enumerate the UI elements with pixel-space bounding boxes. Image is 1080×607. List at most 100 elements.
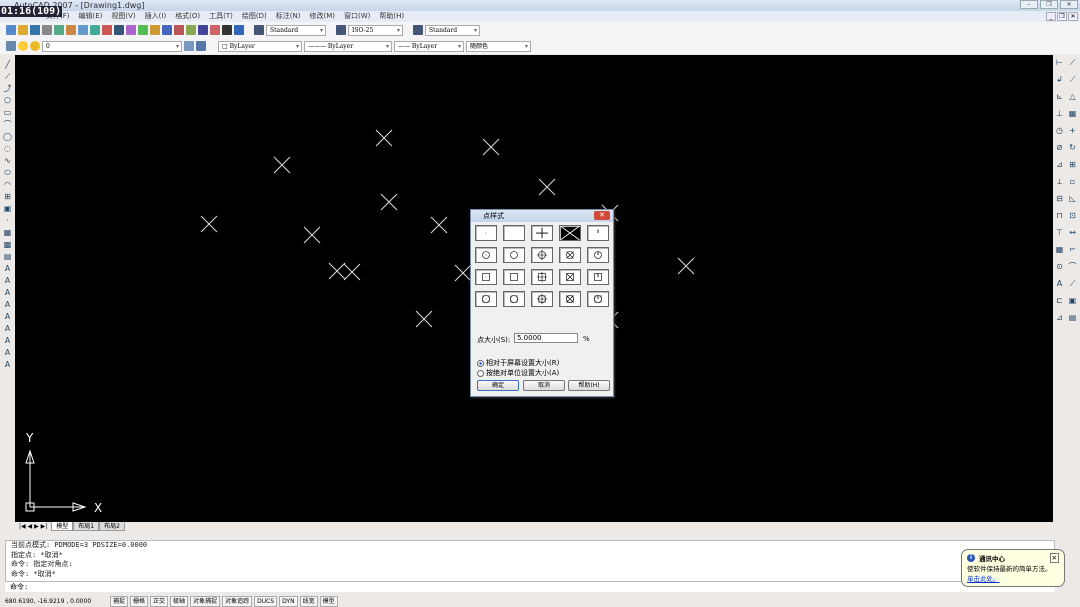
balloon-close-button[interactable]: ✕ [1049, 553, 1059, 563]
toolbar-tool-icon[interactable] [30, 25, 40, 35]
status-toggle[interactable]: 极轴 [170, 596, 189, 607]
modify-tool-icon[interactable]: ▣ [1068, 296, 1077, 305]
point-style-option[interactable] [559, 291, 581, 307]
draw-tool-icon[interactable]: A [3, 264, 12, 273]
modify-tool-icon[interactable]: ⊥ [1055, 109, 1064, 118]
menu-item[interactable]: 修改(M) [309, 11, 335, 22]
toolbar-tool-icon[interactable] [66, 25, 76, 35]
text-tool-icon[interactable]: A [3, 312, 12, 321]
menu-item[interactable]: 标注(N) [276, 11, 301, 22]
modify-tool-icon[interactable]: ⊞ [1068, 160, 1077, 169]
point-style-option[interactable] [475, 291, 497, 307]
modify-tool-icon[interactable]: ⊿ [1055, 160, 1064, 169]
tab-layout2[interactable]: 布局2 [99, 522, 125, 531]
ok-button[interactable]: 确定 [477, 380, 519, 391]
draw-tool-icon[interactable]: ╱ [3, 60, 12, 69]
draw-tool-icon[interactable]: ◠ [3, 180, 12, 189]
toolbar-tool-icon[interactable] [90, 25, 100, 35]
status-toggle[interactable]: 捕捉 [110, 596, 129, 607]
toolbar-tool-icon[interactable] [114, 25, 124, 35]
toolbar-tool-icon[interactable] [54, 25, 64, 35]
make-current-icon[interactable] [184, 41, 194, 51]
draw-tool-icon[interactable]: ▤ [3, 252, 12, 261]
point-marker[interactable] [415, 310, 433, 328]
modify-tool-icon[interactable]: ↲ [1055, 75, 1064, 84]
modify-tool-icon[interactable]: ⌐ [1068, 245, 1077, 254]
color-select[interactable]: □ ByLayer [218, 40, 302, 52]
layer-previous-icon[interactable] [196, 41, 206, 51]
plotstyle-select[interactable]: 随颜色 [466, 40, 531, 52]
point-marker[interactable] [375, 129, 393, 147]
table-style-select[interactable]: Standard [425, 24, 480, 36]
point-marker[interactable] [454, 264, 472, 282]
draw-tool-icon[interactable]: ⟋ [3, 72, 12, 81]
modify-tool-icon[interactable]: ⊟ [1055, 194, 1064, 203]
modify-tool-icon[interactable]: ↻ [1068, 143, 1077, 152]
point-marker[interactable] [273, 156, 291, 174]
menu-item[interactable]: 插入(I) [145, 11, 167, 22]
status-toggle[interactable]: 模型 [319, 596, 338, 607]
status-toggle[interactable]: 栅格 [130, 596, 149, 607]
draw-tool-icon[interactable]: ⊞ [3, 192, 12, 201]
modify-tool-icon[interactable]: ▦ [1055, 245, 1064, 254]
point-style-option[interactable] [559, 225, 581, 241]
draw-tool-icon[interactable]: ⤴ [3, 84, 12, 93]
doc-restore-button[interactable]: ❐ [1057, 12, 1067, 21]
doc-close-button[interactable]: ✕ [1068, 12, 1078, 21]
modify-tool-icon[interactable]: ◷ [1055, 126, 1064, 135]
draw-tool-icon[interactable]: ▣ [3, 204, 12, 213]
radio-relative[interactable]: 相对于屏幕设置大小(R) [477, 358, 559, 368]
point-marker[interactable] [538, 178, 556, 196]
menu-item[interactable]: 绘图(D) [242, 11, 267, 22]
point-marker[interactable] [380, 193, 398, 211]
status-toggle[interactable]: DYN [279, 596, 298, 607]
command-input[interactable]: 命令: [5, 581, 1055, 592]
toolbar-tool-icon[interactable] [222, 25, 232, 35]
toolbar-tool-icon[interactable] [6, 25, 16, 35]
point-style-option[interactable] [475, 247, 497, 263]
menu-item[interactable]: 编辑(E) [79, 11, 103, 22]
toolbar-tool-icon[interactable] [162, 25, 172, 35]
cancel-button[interactable]: 取消 [523, 380, 565, 391]
point-size-input[interactable]: 5.0000 [514, 333, 578, 343]
toolbar-tool-icon[interactable] [18, 25, 28, 35]
modify-tool-icon[interactable]: + [1068, 126, 1077, 135]
menu-item[interactable]: 窗口(W) [344, 11, 370, 22]
menu-item[interactable]: 帮助(H) [379, 11, 404, 22]
point-marker[interactable] [677, 257, 695, 275]
layer-select[interactable]: 0 [42, 40, 182, 52]
text-tool-icon[interactable]: A [3, 324, 12, 333]
minimize-button[interactable]: – [1020, 0, 1038, 9]
modify-tool-icon[interactable]: ⊿ [1055, 313, 1064, 322]
modify-tool-icon[interactable]: ⊘ [1055, 143, 1064, 152]
balloon-link[interactable]: 单击此处。 [967, 573, 1059, 583]
modify-tool-icon[interactable]: ⟂ [1055, 177, 1064, 186]
point-style-option[interactable] [531, 269, 553, 285]
text-style-select[interactable]: Standard [266, 24, 326, 36]
modify-tool-icon[interactable]: ⟋ [1068, 279, 1077, 288]
toolbar-tool-icon[interactable] [150, 25, 160, 35]
modify-tool-icon[interactable]: ⊏ [1055, 296, 1064, 305]
text-tool-icon[interactable]: A [3, 276, 12, 285]
draw-tool-icon[interactable]: · [3, 216, 12, 225]
draw-tool-icon[interactable]: ◌ [3, 144, 12, 153]
point-style-option[interactable] [503, 247, 525, 263]
point-style-option[interactable] [587, 291, 609, 307]
radio-absolute[interactable]: 按绝对单位设置大小(A) [477, 368, 559, 378]
status-toggle[interactable]: 线宽 [299, 596, 318, 607]
modify-tool-icon[interactable]: ⊢ [1055, 58, 1064, 67]
text-tool-icon[interactable]: A [3, 336, 12, 345]
point-style-option[interactable] [587, 247, 609, 263]
draw-tool-icon[interactable]: ▦ [3, 228, 12, 237]
toolbar-tool-icon[interactable] [234, 25, 244, 35]
modify-tool-icon[interactable]: ⊤ [1055, 228, 1064, 237]
layer-manager-icon[interactable] [6, 41, 16, 51]
toolbar-tool-icon[interactable] [198, 25, 208, 35]
modify-tool-icon[interactable]: ⟋ [1068, 75, 1077, 84]
point-style-option[interactable] [587, 225, 609, 241]
restore-button[interactable]: ❐ [1040, 0, 1058, 9]
toolbar-tool-icon[interactable] [138, 25, 148, 35]
point-style-option[interactable] [475, 225, 497, 241]
status-toggle[interactable]: 对象捕捉 [190, 596, 221, 607]
dialog-close-button[interactable]: ✕ [594, 211, 610, 220]
